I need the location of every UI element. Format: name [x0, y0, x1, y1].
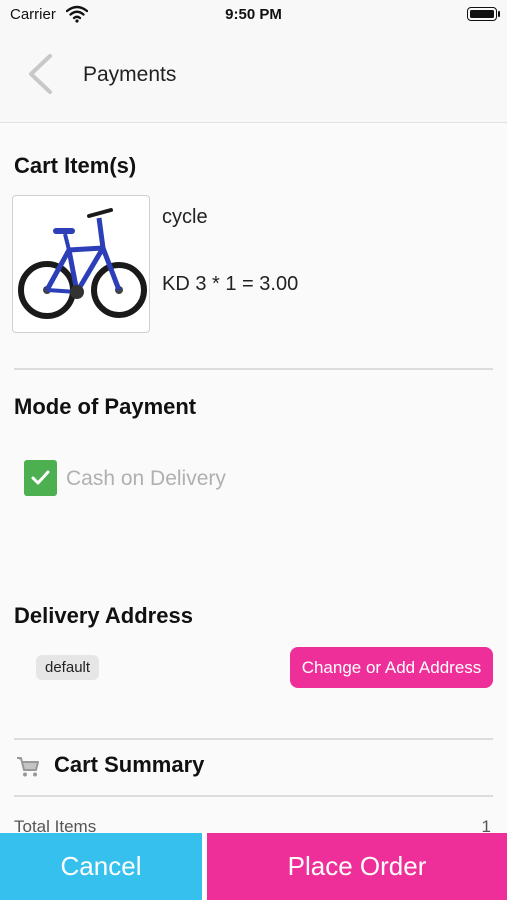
- delivery-address-heading: Delivery Address: [14, 603, 193, 628]
- cancel-button[interactable]: Cancel: [0, 833, 202, 900]
- section-divider: [14, 368, 493, 370]
- status-bar: Carrier 9:50 PM: [0, 0, 507, 30]
- item-price-line: KD 3 * 1 = 3.00: [162, 273, 299, 295]
- back-chevron-icon[interactable]: [22, 52, 62, 96]
- navigation-bar: Payments: [0, 30, 507, 123]
- change-address-button[interactable]: Change or Add Address: [290, 647, 493, 688]
- checkmark-icon: [31, 470, 50, 485]
- section-divider: [14, 795, 493, 797]
- bicycle-icon: [18, 208, 147, 319]
- cart-summary-heading: Cart Summary: [54, 752, 205, 777]
- cash-on-delivery-checkbox[interactable]: [24, 460, 57, 496]
- cart-items-heading: Cart Item(s): [14, 153, 137, 178]
- section-divider: [14, 738, 493, 740]
- payment-option-label[interactable]: Cash on Delivery: [66, 467, 226, 491]
- payment-mode-heading: Mode of Payment: [14, 394, 197, 419]
- payment-content[interactable]: Cart Item(s) cycle KD 3 * 1 = 3.00 Mode …: [0, 123, 507, 836]
- battery-icon: [467, 7, 497, 21]
- address-tag[interactable]: default: [36, 655, 100, 680]
- page-title: Payments: [83, 63, 177, 86]
- battery-tip: [498, 11, 500, 17]
- item-name: cycle: [162, 206, 208, 228]
- shopping-cart-icon: [17, 757, 39, 777]
- action-bar: Cancel Place Order: [0, 833, 507, 900]
- place-order-button[interactable]: Place Order: [207, 833, 507, 900]
- product-image[interactable]: [12, 195, 150, 333]
- status-time: 9:50 PM: [225, 6, 282, 23]
